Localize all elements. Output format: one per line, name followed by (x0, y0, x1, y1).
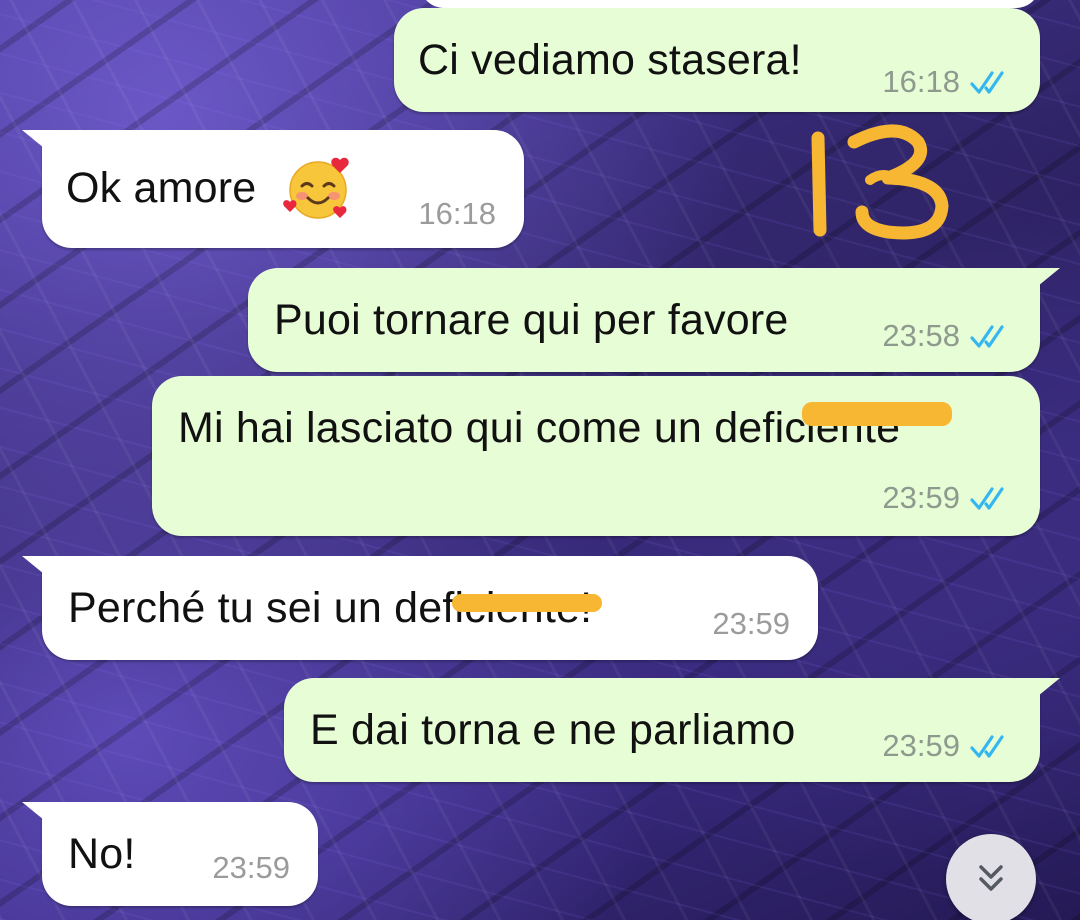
smiling-face-with-hearts-icon (283, 157, 349, 219)
message-meta: 23:59 (882, 480, 1016, 516)
message-time: 23:58 (882, 318, 960, 353)
message-time: 16:18 (882, 64, 960, 99)
message-bubble-outgoing[interactable]: Ci vediamo stasera! 16:18 (394, 8, 1040, 112)
redaction-mark (802, 402, 952, 426)
message-time: 23:59 (882, 728, 960, 763)
message-text: E dai torna e ne parliamo (310, 706, 796, 754)
message-time: 23:59 (882, 480, 960, 515)
chat-background: Ci vediamo stasera! 16:18 Ok amore 16:18… (0, 0, 1080, 920)
scroll-to-bottom-button[interactable] (946, 834, 1036, 920)
message-bubble-outgoing[interactable]: E dai torna e ne parliamo 23:59 (284, 678, 1060, 782)
double-check-icon (970, 735, 1004, 758)
previous-message-bubble (420, 0, 1040, 8)
double-check-icon (970, 71, 1004, 94)
message-bubble-incoming[interactable]: No! 23:59 (22, 802, 318, 906)
redaction-mark (452, 594, 602, 612)
message-time: 16:18 (418, 196, 496, 231)
double-chevron-down-icon (979, 865, 1003, 891)
message-meta: 16:18 (882, 64, 1016, 100)
message-bubble-outgoing[interactable]: Puoi tornare qui per favore 23:58 (248, 268, 1060, 372)
message-text: Mi hai lasciato qui come un deficiente (178, 404, 901, 452)
message-meta: 23:59 (212, 850, 290, 886)
message-text: Ok amore (66, 164, 256, 213)
message-time: 23:59 (712, 606, 790, 641)
handwritten-annotation (811, 124, 949, 240)
double-check-icon (970, 487, 1004, 510)
message-meta: 23:58 (882, 318, 1016, 354)
message-meta: 23:59 (882, 728, 1016, 764)
message-text: Puoi tornare qui per favore (274, 296, 789, 344)
message-bubble-outgoing[interactable]: Mi hai lasciato qui come un deficiente 2… (152, 376, 1040, 536)
double-check-icon (970, 325, 1004, 348)
message-bubble-incoming[interactable]: Ok amore 16:18 (22, 130, 524, 248)
message-meta: 23:59 (712, 606, 790, 642)
message-text-content: Ok amore (66, 164, 257, 212)
message-meta: 16:18 (418, 196, 496, 232)
message-time: 23:59 (212, 850, 290, 885)
message-bubble-incoming[interactable]: Perché tu sei un deficiente! 23:59 (22, 556, 818, 660)
message-text: No! (68, 830, 136, 878)
message-text: Ci vediamo stasera! (418, 36, 802, 84)
